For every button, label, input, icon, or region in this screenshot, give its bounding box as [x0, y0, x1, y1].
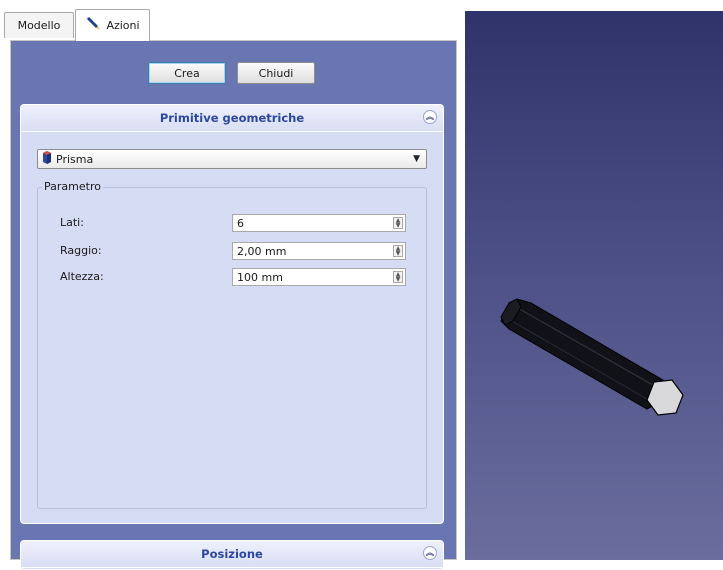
double-chevron-up-icon[interactable]: ︽ — [423, 110, 437, 124]
param-row-altezza: Altezza: 100 mm ▲ ▼ — [60, 268, 410, 286]
parameter-fieldset: Parametro Lati: 6 ▲ ▼ Raggio: 2,00 mm ▲ ▼ … — [37, 180, 427, 509]
param-label: Altezza: — [60, 270, 104, 283]
param-row-lati: Lati: 6 ▲ ▼ — [60, 214, 410, 232]
spinbox-value: 2,00 mm — [237, 244, 287, 258]
prism-3d-model — [500, 298, 684, 416]
spinbox-value: 100 mm — [237, 270, 283, 284]
group-title: Posizione — [201, 547, 263, 561]
tab-bar: Modello Azioni — [0, 0, 462, 41]
spin-arrows-icon[interactable]: ▲ ▼ — [393, 217, 403, 229]
param-label: Raggio: — [60, 244, 102, 257]
task-panel: Modello Azioni Crea Chiudi Primitive geo… — [0, 0, 462, 570]
tab-modello[interactable]: Modello — [4, 12, 74, 38]
primitive-select-value: Prisma — [56, 152, 94, 166]
double-chevron-up-icon[interactable]: ︽ — [423, 546, 437, 560]
param-label: Lati: — [60, 216, 84, 229]
spinbox-value: 6 — [237, 216, 244, 230]
primitive-select[interactable]: Prisma ▼ — [37, 149, 427, 169]
3d-viewport[interactable] — [465, 11, 723, 560]
lati-spinbox[interactable]: 6 ▲ ▼ — [232, 214, 406, 232]
group-header[interactable]: Primitive geometriche ︽ — [21, 105, 443, 132]
primitive-geometriche-group: Primitive geometriche ︽ Prisma ▼ Paramet… — [20, 104, 444, 524]
group-header[interactable]: Posizione ︽ — [21, 541, 443, 568]
fieldset-title: Parametro — [42, 180, 103, 193]
group-title: Primitive geometriche — [159, 111, 305, 125]
spin-arrows-icon[interactable]: ▲ ▼ — [393, 271, 403, 283]
posizione-group: Posizione ︽ — [20, 540, 444, 570]
tab-label: Modello — [17, 19, 61, 32]
create-button[interactable]: Crea — [148, 62, 226, 84]
close-button[interactable]: Chiudi — [237, 62, 315, 84]
param-row-raggio: Raggio: 2,00 mm ▲ ▼ — [60, 242, 410, 260]
altezza-spinbox[interactable]: 100 mm ▲ ▼ — [232, 268, 406, 286]
tab-label: Azioni — [106, 19, 140, 32]
tab-azioni[interactable]: Azioni — [75, 9, 150, 41]
spin-arrows-icon[interactable]: ▲ ▼ — [393, 245, 403, 257]
prism-icon — [42, 151, 52, 167]
chevron-down-icon: ▼ — [413, 154, 420, 164]
raggio-spinbox[interactable]: 2,00 mm ▲ ▼ — [232, 242, 406, 260]
pencil-icon — [85, 17, 101, 34]
